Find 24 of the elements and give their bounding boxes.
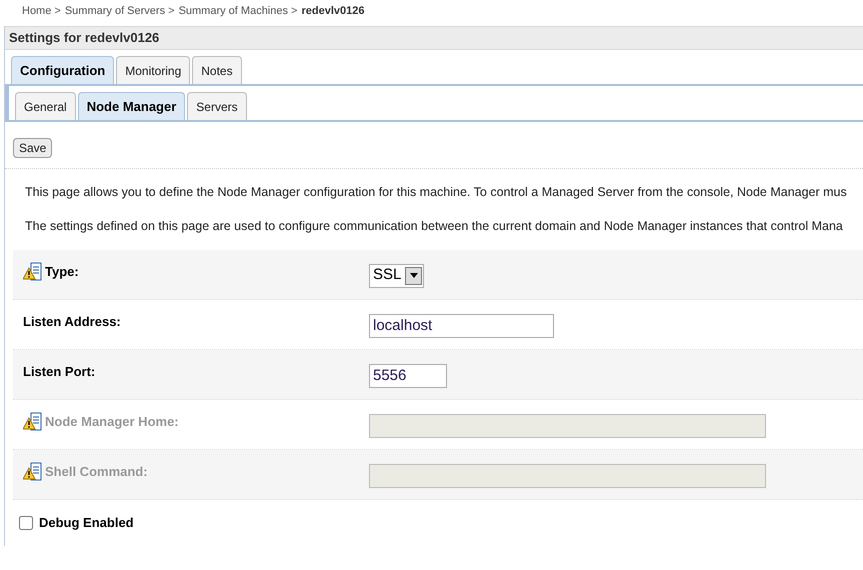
breadcrumb-link[interactable]: Summary of Machines > — [178, 3, 298, 20]
checkbox-label: Debug Enabled — [39, 514, 134, 532]
field-label: Node Manager Home: — [45, 412, 179, 431]
subtab[interactable]: Servers — [187, 92, 247, 120]
description-text: This page allows you to define the Node Manager configuration for this machine. To control a Managed Server from the console, Node Manager mus — [25, 184, 848, 201]
type-select[interactable]: SSL — [369, 264, 424, 288]
tab[interactable]: Monitoring — [116, 56, 190, 84]
breadcrumb-link[interactable]: Summary of Servers > — [64, 3, 175, 20]
text-field[interactable]: 5556 — [369, 364, 447, 388]
breadcrumb-current: redevlv0126 — [301, 4, 364, 20]
save-button[interactable]: Save — [13, 138, 52, 158]
subtab[interactable]: Node Manager — [78, 92, 186, 120]
text-field[interactable]: localhost — [369, 314, 554, 338]
tab[interactable]: Configuration — [11, 56, 114, 84]
debug-checkbox[interactable] — [19, 516, 33, 530]
field-label: Shell Command: — [45, 462, 148, 480]
breadcrumb-link[interactable]: Home > — [22, 3, 61, 20]
subtab[interactable]: General — [15, 92, 76, 120]
settings-header: Settings for redevlv0126 — [5, 26, 863, 50]
description-text: The settings defined on this page are used to configure communication between the current domain and Node Manager instances that control Mana — [25, 218, 844, 235]
tab[interactable]: Notes — [192, 56, 242, 84]
field-label: Type: — [45, 262, 79, 281]
field-label: Listen Address: — [23, 312, 121, 330]
field-label: Listen Port: — [23, 362, 96, 380]
